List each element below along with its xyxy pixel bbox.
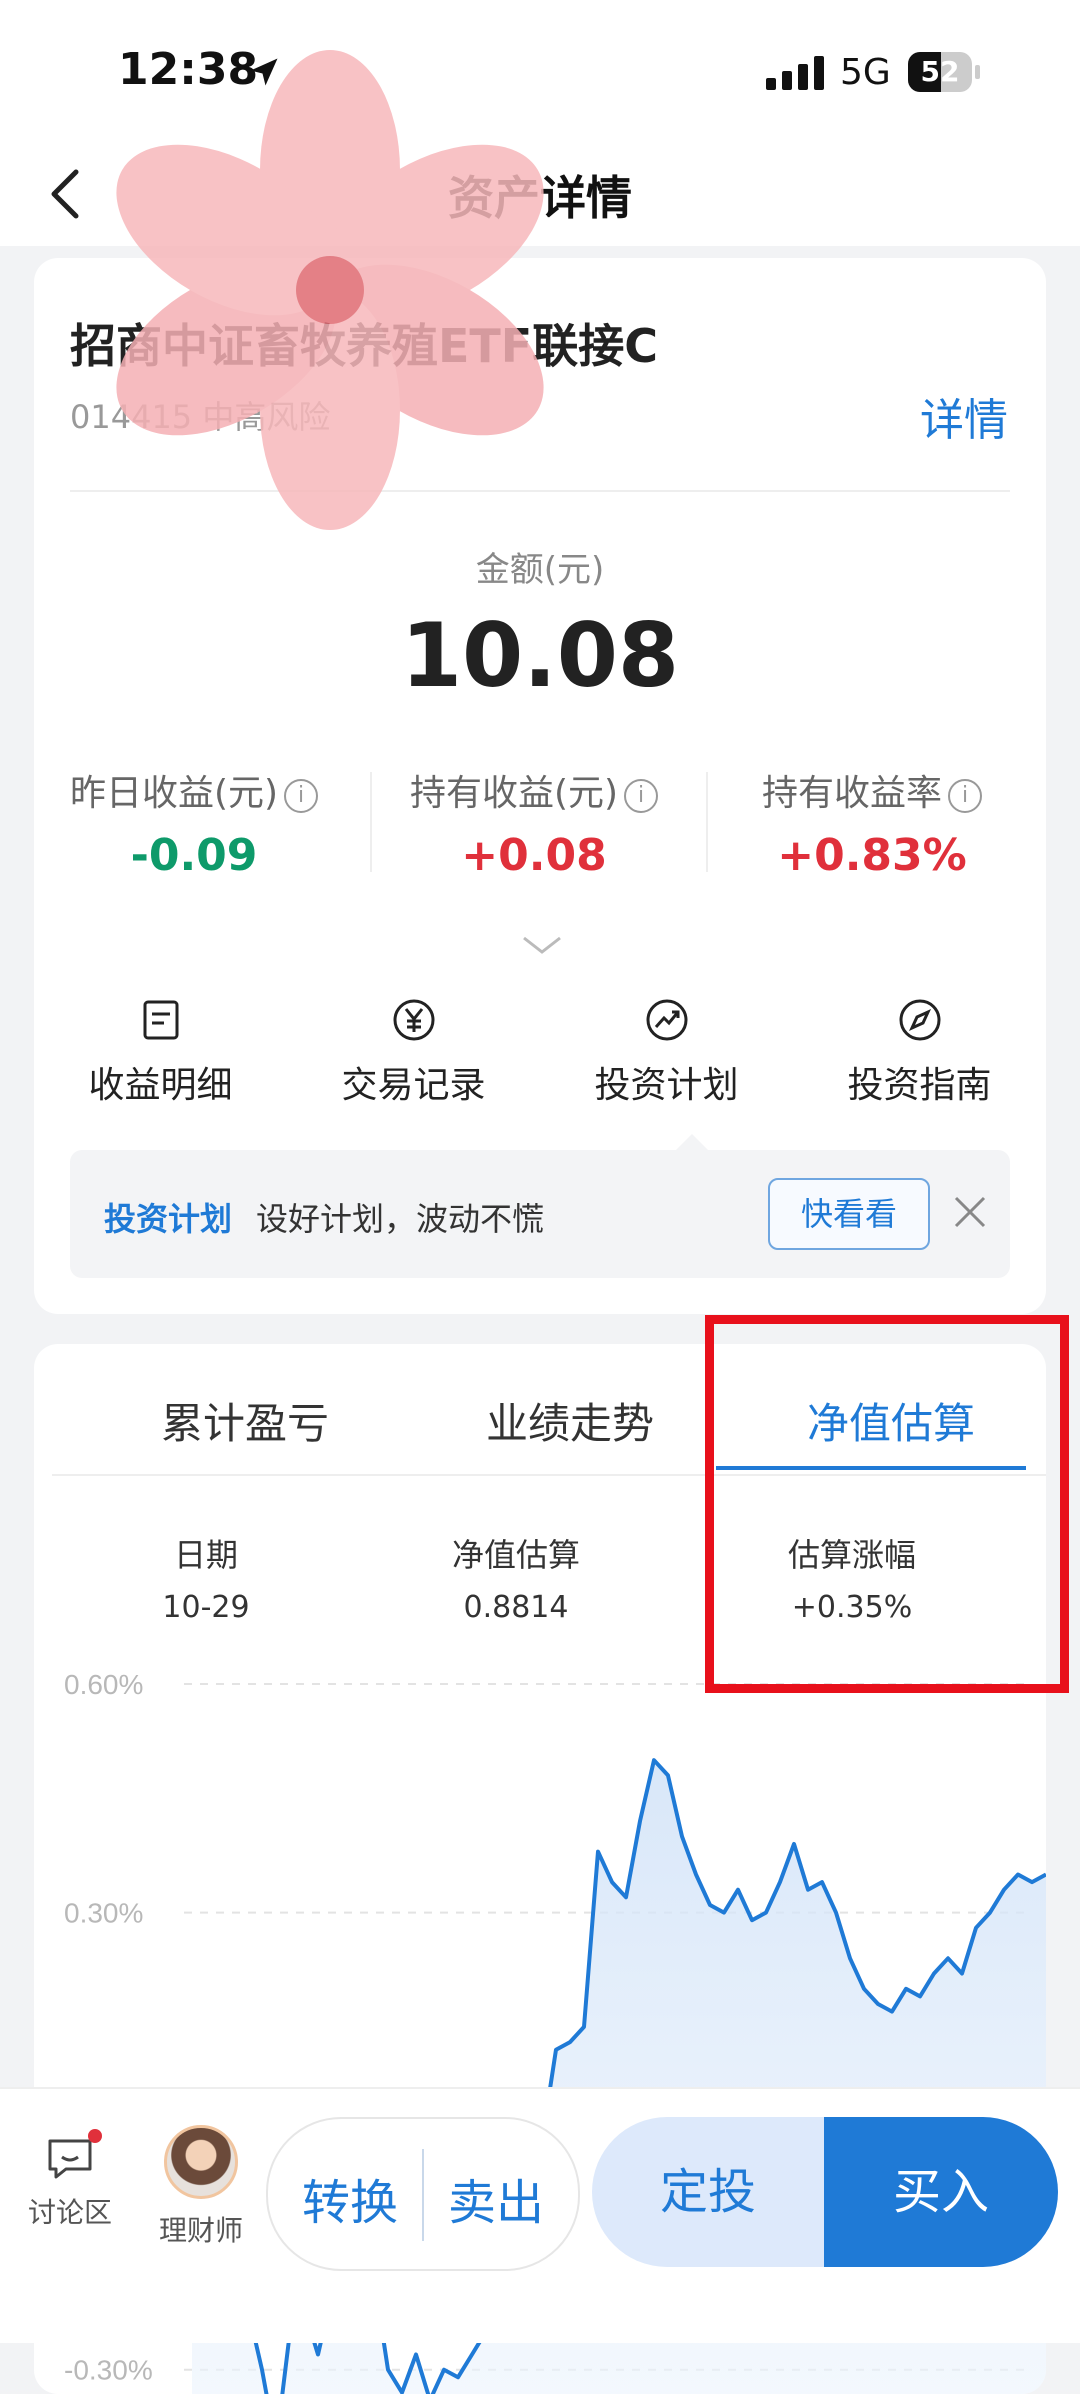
signal-icon bbox=[766, 56, 824, 90]
fund-summary-card: 招商中证畜牧养殖ETF联接C 014415 中高风险 详情 金额(元) 10.0… bbox=[34, 258, 1046, 1314]
switch-sell-group: 转换 卖出 bbox=[266, 2117, 580, 2271]
status-bar: 12:38 5G 52 bbox=[0, 0, 1080, 140]
page-title: 资产详情 bbox=[448, 171, 632, 225]
forum-label: 讨论区 bbox=[27, 2196, 112, 2229]
buy-button[interactable]: 买入 bbox=[824, 2117, 1058, 2267]
forum-button[interactable]: 讨论区 bbox=[20, 2129, 120, 2231]
action-investment-guide[interactable]: 投资指南 bbox=[793, 998, 1046, 1108]
trend-icon bbox=[646, 999, 687, 1041]
metric-value: +0.08 bbox=[461, 830, 607, 881]
info-icon[interactable]: i bbox=[948, 779, 982, 813]
expand-chevron-icon[interactable] bbox=[520, 934, 564, 958]
battery-icon: 52 bbox=[908, 52, 980, 92]
notification-dot bbox=[88, 2129, 102, 2143]
document-icon bbox=[143, 1000, 178, 1040]
clock: 12:38 bbox=[118, 44, 259, 95]
metric-divider bbox=[370, 772, 372, 872]
dca-button[interactable]: 定投 bbox=[592, 2117, 824, 2267]
y-tick-label: 0.30% bbox=[64, 1898, 143, 1929]
info-date: 日期 10-29 bbox=[56, 1530, 356, 1625]
advisor-button[interactable]: 理财师 bbox=[146, 2125, 256, 2249]
metric-label: 昨日收益(元) bbox=[69, 773, 279, 814]
location-arrow-icon bbox=[250, 58, 278, 86]
metric-label: 持有收益率 bbox=[761, 773, 942, 814]
action-investment-plan[interactable]: 投资计划 bbox=[540, 998, 793, 1108]
metric-holding-rate: 持有收益率 i +0.83% bbox=[712, 764, 1032, 881]
tab-performance-trend[interactable]: 业绩走势 bbox=[405, 1390, 735, 1451]
info-label: 净值估算 bbox=[451, 1536, 580, 1574]
avatar bbox=[164, 2125, 238, 2199]
nav-bar: 资产详情 bbox=[0, 140, 1080, 246]
info-value: 10-29 bbox=[162, 1590, 250, 1625]
battery-text: 52 bbox=[920, 55, 960, 88]
close-icon[interactable] bbox=[952, 1194, 988, 1230]
metric-holding-profit: 持有收益(元) i +0.08 bbox=[374, 764, 694, 881]
compass-icon bbox=[899, 999, 940, 1041]
info-icon[interactable]: i bbox=[284, 779, 319, 813]
switch-button[interactable]: 转换 bbox=[302, 2163, 398, 2233]
plan-banner-text: 设好计划，波动不慌 bbox=[256, 1200, 545, 1238]
action-label: 收益明细 bbox=[88, 1065, 233, 1106]
action-income-detail[interactable]: 收益明细 bbox=[34, 998, 287, 1108]
info-nav-estimate: 净值估算 0.8814 bbox=[366, 1530, 666, 1625]
divider bbox=[70, 490, 1010, 492]
info-label: 日期 bbox=[173, 1536, 238, 1574]
metric-label: 持有收益(元) bbox=[409, 773, 619, 814]
bottom-action-bar: 讨论区 理财师 转换 卖出 定投 买入 bbox=[0, 2087, 1080, 2343]
chat-icon bbox=[46, 2129, 102, 2181]
divider bbox=[422, 2149, 424, 2241]
plan-view-button[interactable]: 快看看 bbox=[768, 1178, 930, 1250]
metric-divider bbox=[706, 772, 708, 872]
network-label: 5G bbox=[840, 52, 891, 93]
plan-banner-title: 投资计划 bbox=[104, 1200, 233, 1238]
fund-detail-link[interactable]: 详情 bbox=[920, 384, 1008, 448]
amount-value: 10.08 bbox=[400, 604, 680, 707]
y-tick-label: -0.30% bbox=[64, 2355, 153, 2386]
info-icon[interactable]: i bbox=[624, 779, 659, 813]
metric-yesterday-profit: 昨日收益(元) i -0.09 bbox=[34, 764, 354, 881]
tab-cumulative-pnl[interactable]: 累计盈亏 bbox=[80, 1390, 410, 1451]
advisor-label: 理财师 bbox=[158, 2214, 243, 2247]
metric-value: +0.83% bbox=[777, 830, 967, 881]
action-label: 投资指南 bbox=[847, 1065, 992, 1106]
metric-value: -0.09 bbox=[130, 830, 258, 881]
plan-banner: 投资计划 设好计划，波动不慌 快看看 bbox=[70, 1150, 1010, 1278]
fund-name: 招商中证畜牧养殖ETF联接C bbox=[70, 319, 658, 373]
fund-code-risk: 014415 中高风险 bbox=[70, 398, 331, 436]
action-label: 交易记录 bbox=[341, 1065, 486, 1106]
y-tick-label: 0.60% bbox=[64, 1669, 143, 1700]
dca-buy-group: 定投 买入 bbox=[592, 2117, 1058, 2267]
amount-label: 金额(元) bbox=[475, 550, 605, 590]
action-trade-records[interactable]: 交易记录 bbox=[287, 998, 540, 1108]
yen-icon bbox=[393, 999, 434, 1041]
action-label: 投资计划 bbox=[594, 1065, 739, 1106]
highlight-annotation-box bbox=[705, 1315, 1069, 1693]
sell-button[interactable]: 卖出 bbox=[448, 2163, 544, 2233]
info-value: 0.8814 bbox=[463, 1590, 569, 1625]
